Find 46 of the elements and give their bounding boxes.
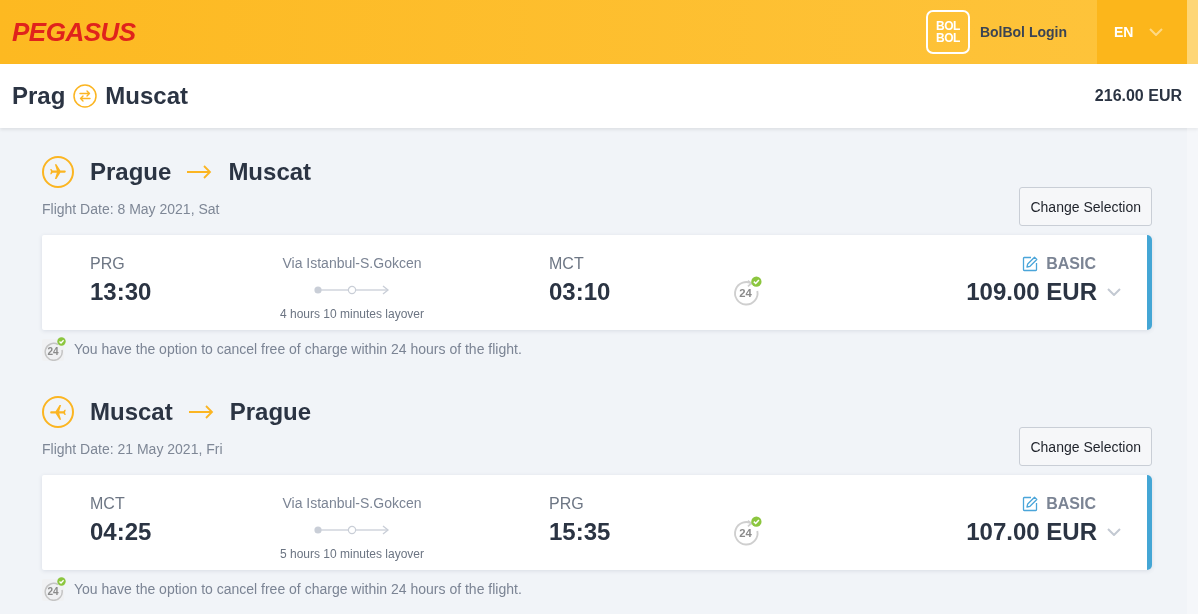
change-selection-button[interactable]: Change Selection bbox=[1019, 427, 1152, 466]
from-city: Muscat bbox=[90, 397, 173, 427]
arrival-time: 15:35 bbox=[549, 517, 612, 547]
from-city: Prague bbox=[90, 157, 172, 187]
airport-code: PRG bbox=[90, 254, 126, 274]
fare-price: 107.00 EUR bbox=[966, 517, 1097, 547]
stopover-route-icon bbox=[314, 285, 390, 295]
airport-code: PRG bbox=[549, 494, 585, 514]
to-city: Prague bbox=[229, 397, 312, 427]
airplane-icon bbox=[42, 396, 74, 428]
total-price: 216.00 EUR bbox=[1094, 87, 1182, 105]
chevron-down-icon[interactable] bbox=[1107, 528, 1121, 536]
scrollbar-track[interactable] bbox=[1187, 0, 1198, 614]
airport-code: MCT bbox=[549, 254, 585, 274]
cancellation-note: You have the option to cancel free of charge within 24 hours of the flight. bbox=[74, 581, 522, 597]
chevron-down-icon[interactable] bbox=[1107, 288, 1121, 296]
edit-icon[interactable] bbox=[1022, 256, 1039, 272]
arrow-right-icon bbox=[187, 405, 214, 419]
airplane-icon bbox=[42, 156, 74, 188]
layover-duration: 5 hours 10 minutes layover bbox=[279, 546, 425, 562]
stopover-route-icon bbox=[314, 525, 390, 535]
bolbol-login-link[interactable]: BOL BOL BolBol Login bbox=[925, 0, 1067, 64]
flight-card[interactable]: PRG 13:30 Via Istanbul-S.Gokcen 4 hours 10 minutes layover MCT 03:10 24 BASIC 109.00 EUR bbox=[42, 235, 1152, 330]
via-airport: Via Istanbul-S.Gokcen bbox=[282, 494, 422, 512]
round-trip-icon bbox=[73, 84, 98, 108]
fare-type: BASIC bbox=[1046, 494, 1096, 514]
departure-time: 13:30 bbox=[90, 277, 153, 307]
arrow-right-icon bbox=[186, 165, 213, 179]
edit-icon[interactable] bbox=[1022, 496, 1039, 512]
layover-duration: 4 hours 10 minutes layover bbox=[279, 306, 425, 322]
cancellation-note: You have the option to cancel free of charge within 24 hours of the flight. bbox=[74, 341, 522, 357]
origin-city: Prag bbox=[12, 81, 66, 111]
airport-code: MCT bbox=[90, 494, 126, 514]
flight-date: Flight Date: 21 May 2021, Fri bbox=[42, 440, 224, 459]
fare-price: 109.00 EUR bbox=[966, 277, 1097, 307]
change-selection-button[interactable]: Change Selection bbox=[1019, 187, 1152, 226]
to-city: Muscat bbox=[228, 157, 312, 187]
fare-type: BASIC bbox=[1046, 254, 1096, 274]
destination-city: Muscat bbox=[105, 81, 189, 111]
flight-card[interactable]: MCT 04:25 Via Istanbul-S.Gokcen 5 hours 10 minutes layover PRG 15:35 24 BASIC 107.00 EUR bbox=[42, 475, 1152, 570]
arrival-time: 03:10 bbox=[549, 277, 612, 307]
departure-time: 04:25 bbox=[90, 517, 153, 547]
bolbol-logo-icon: BOL BOL bbox=[925, 10, 970, 54]
via-airport: Via Istanbul-S.Gokcen bbox=[282, 254, 422, 272]
chevron-down-icon bbox=[1149, 28, 1164, 36]
flight-date: Flight Date: 8 May 2021, Sat bbox=[42, 200, 221, 219]
